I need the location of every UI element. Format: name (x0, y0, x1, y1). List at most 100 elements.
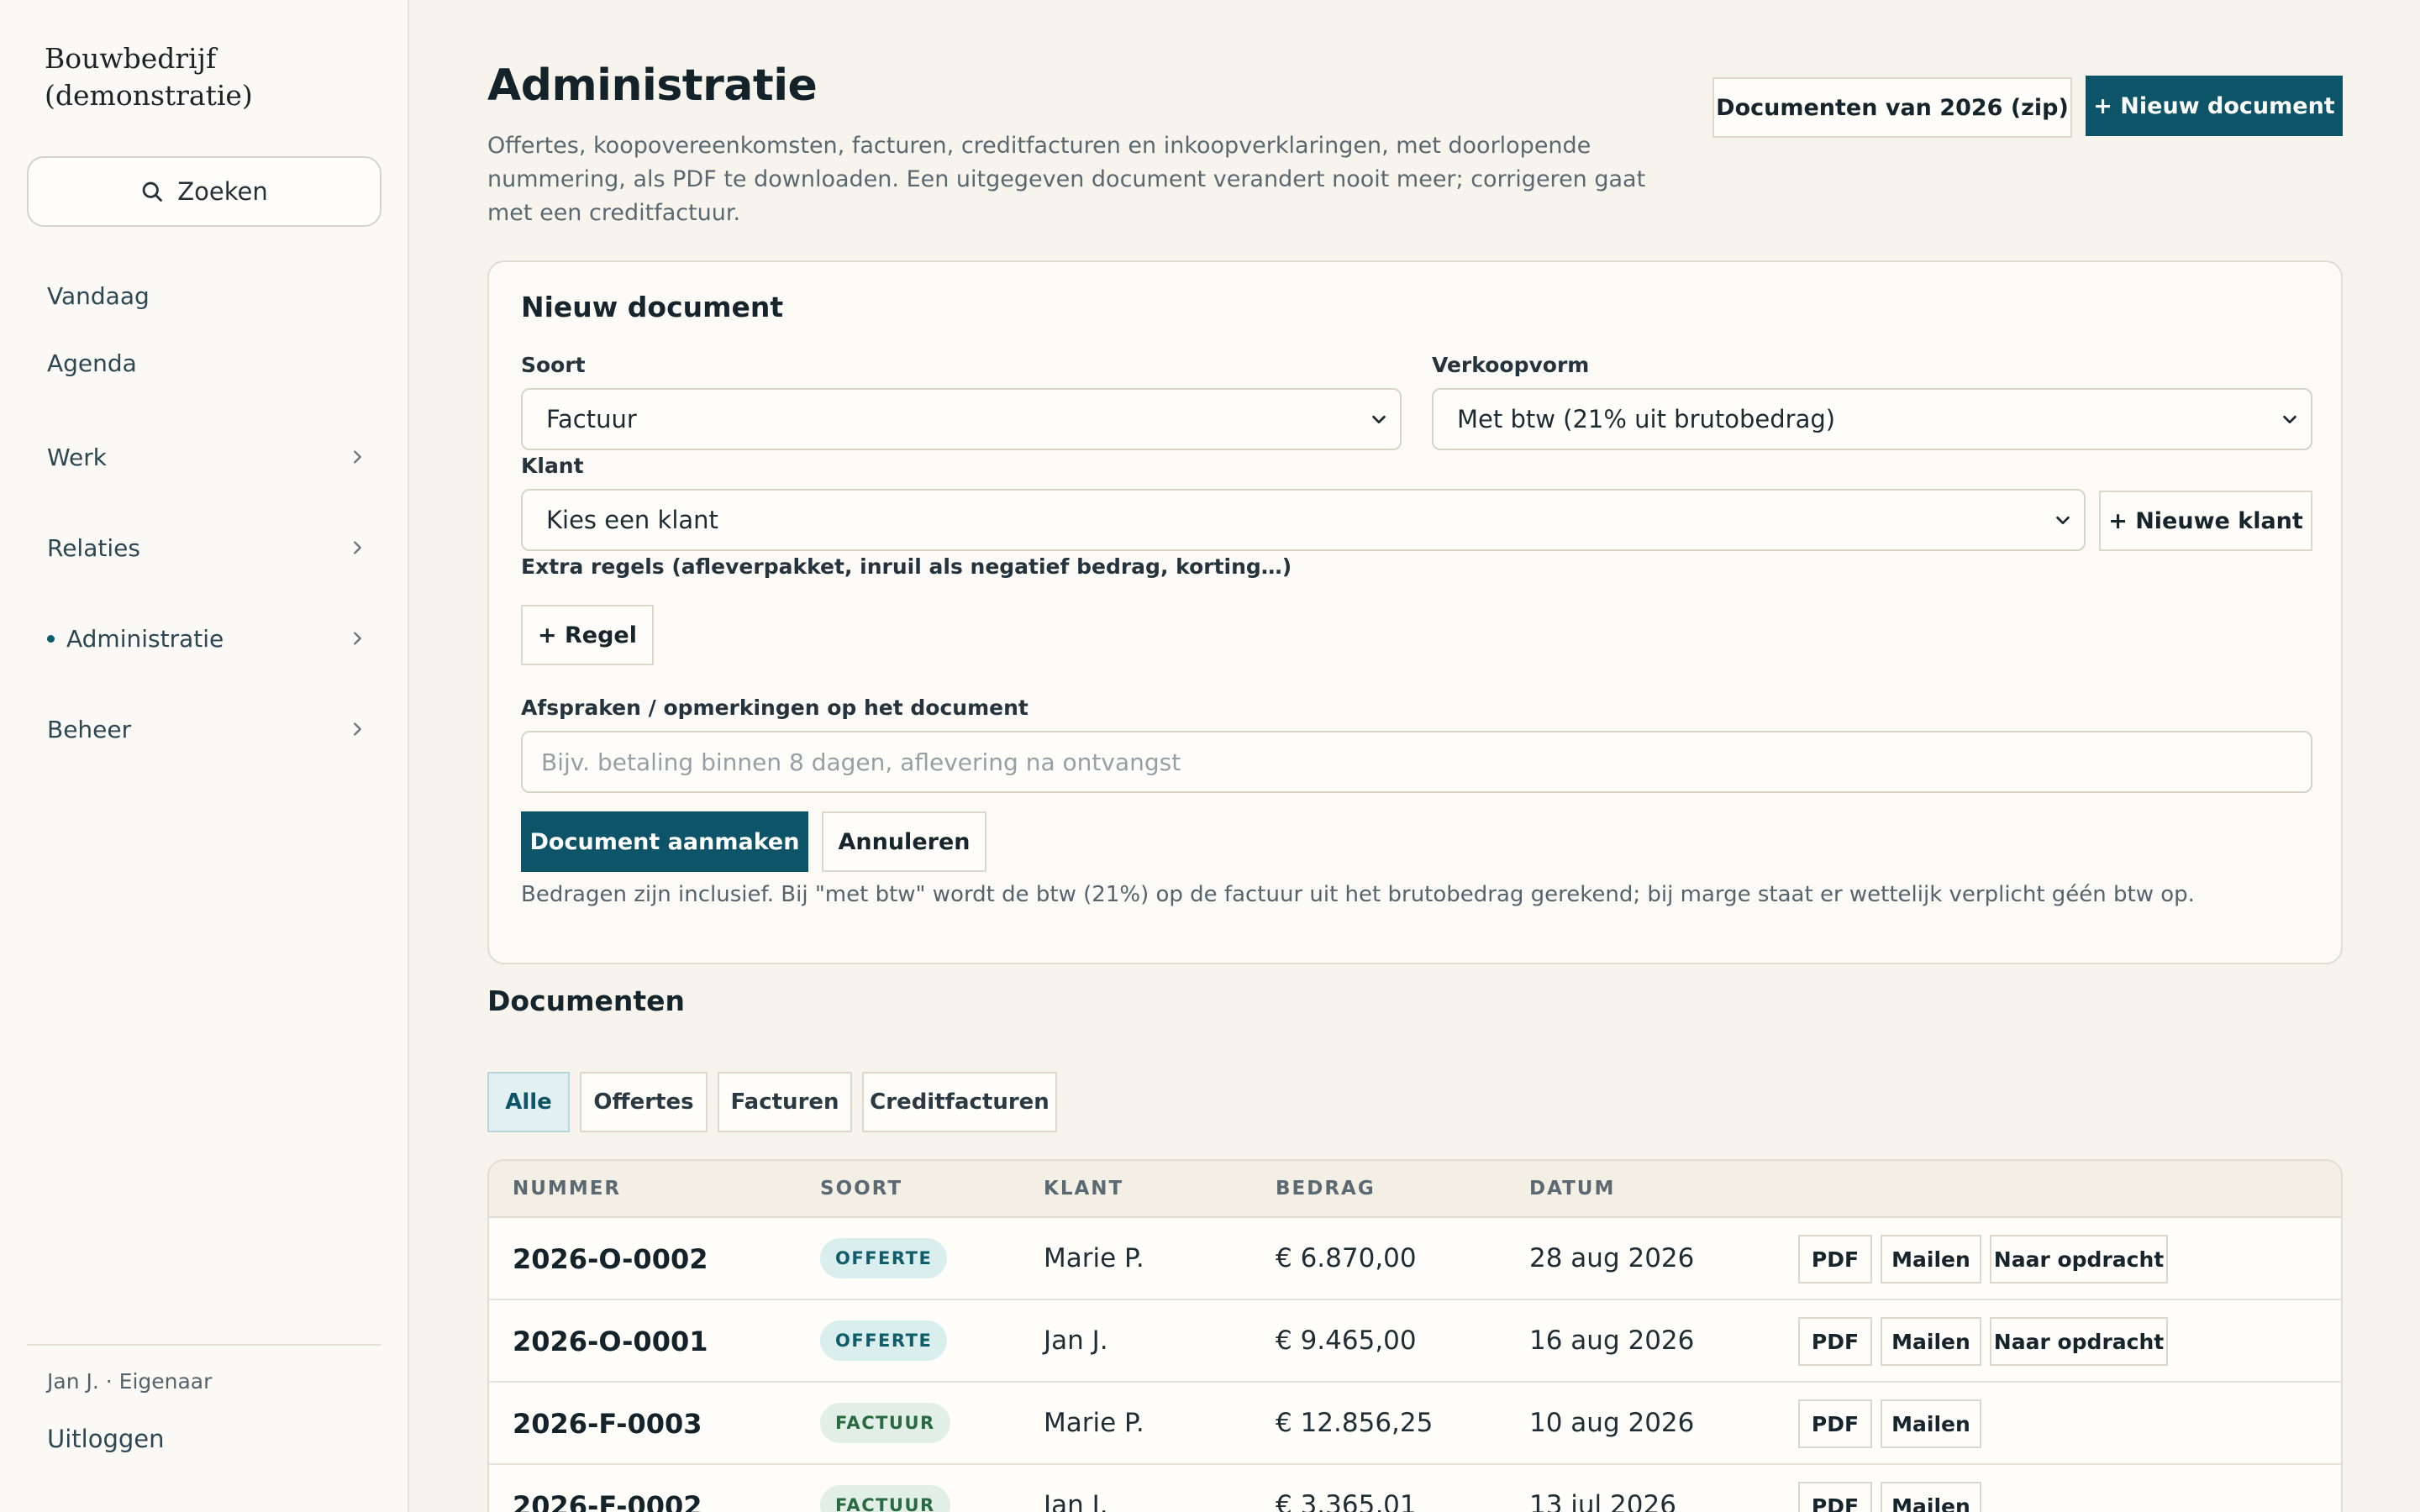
sidebar-item-vandaag[interactable]: Vandaag (47, 272, 366, 319)
client-name: Jan J. (1044, 1490, 1108, 1512)
chevron-right-icon (354, 541, 361, 554)
sidebar-item-beheer[interactable]: Beheer (47, 706, 366, 753)
document-number[interactable]: 2026-F-0003 (513, 1408, 702, 1440)
filter-facturen[interactable]: Facturen (718, 1072, 852, 1132)
date: 13 jul 2026 (1529, 1490, 1676, 1512)
column-header-nummer[interactable]: NUMMER (513, 1178, 621, 1200)
amount: € 12.856,25 (1276, 1408, 1434, 1438)
sidebar-item-label: Relaties (47, 533, 140, 562)
document-number[interactable]: 2026-O-0002 (513, 1243, 708, 1275)
status-badge: OFFERTE (820, 1320, 948, 1361)
sidebar-item-administratie[interactable]: Administratie (47, 615, 366, 662)
cancel-button[interactable]: Annuleren (822, 811, 986, 872)
logout-link[interactable]: Uitloggen (47, 1425, 165, 1453)
chevron-down-icon (2056, 516, 2070, 525)
mail-button[interactable]: Mailen (1881, 1399, 1981, 1448)
pdf-button[interactable]: PDF (1798, 1235, 1872, 1284)
sidebar-item-agenda[interactable]: Agenda (47, 339, 366, 386)
client-name: Jan J. (1044, 1326, 1108, 1356)
sidebar-divider (27, 1344, 381, 1346)
table-row: 2026-O-0001 OFFERTE Jan J. € 9.465,00 16… (489, 1300, 2341, 1383)
amount: € 9.465,00 (1276, 1326, 1417, 1356)
sidebar-item-label: Beheer (47, 715, 132, 743)
mail-button[interactable]: Mailen (1881, 1235, 1981, 1284)
column-header-klant[interactable]: KLANT (1044, 1178, 1123, 1200)
to-order-button[interactable]: Naar opdracht (1990, 1235, 2168, 1284)
sidebar: Bouwbedrijf (demonstratie) Zoeken Vandaa… (0, 0, 409, 1512)
klant-value: Kies een klant (546, 506, 718, 534)
client-name: Marie P. (1044, 1243, 1144, 1273)
client-name: Marie P. (1044, 1408, 1144, 1438)
filter-offertes[interactable]: Offertes (580, 1072, 708, 1132)
search-label: Zoeken (177, 177, 268, 206)
chevron-down-icon (2283, 415, 2296, 424)
sidebar-item-label: Werk (47, 443, 107, 471)
new-klant-button[interactable]: + Nieuwe klant (2099, 491, 2312, 551)
to-order-button[interactable]: Naar opdracht (1990, 1317, 2168, 1366)
sidebar-item-werk[interactable]: Werk (47, 433, 366, 480)
table-row: 2026-F-0002 FACTUUR Jan J. € 3.365,01 13… (489, 1465, 2341, 1512)
brand-subtitle: (demonstratie) (45, 79, 253, 112)
filter-creditfacturen[interactable]: Creditfacturen (862, 1072, 1057, 1132)
documents-table: NUMMER SOORT KLANT BEDRAG DATUM 2026-O-0… (487, 1159, 2343, 1512)
column-header-soort[interactable]: SOORT (820, 1178, 902, 1200)
chevron-right-icon (354, 450, 361, 464)
verkoopvorm-label: Verkoopvorm (1432, 353, 1590, 377)
create-document-button[interactable]: Document aanmaken (521, 811, 808, 872)
form-note: Bedragen zijn inclusief. Bij "met btw" w… (521, 882, 2195, 907)
verkoopvorm-value: Met btw (21% uit brutobedrag) (1457, 405, 1836, 433)
afspraken-placeholder: Bijv. betaling binnen 8 dagen, afleverin… (541, 748, 1181, 776)
add-regel-button[interactable]: + Regel (521, 605, 654, 665)
page-description: Offertes, koopovereenkomsten, facturen, … (487, 133, 1646, 226)
table-row: 2026-F-0003 FACTUUR Marie P. € 12.856,25… (489, 1383, 2341, 1465)
afspraken-input[interactable]: Bijv. betaling binnen 8 dagen, afleverin… (521, 731, 2312, 793)
date: 28 aug 2026 (1529, 1243, 1695, 1273)
soort-label: Soort (521, 353, 586, 377)
amount: € 3.365,01 (1276, 1490, 1417, 1512)
form-title: Nieuw document (521, 291, 784, 323)
soort-value: Factuur (546, 405, 637, 433)
table-row: 2026-O-0002 OFFERTE Marie P. € 6.870,00 … (489, 1218, 2341, 1300)
sidebar-item-label: Administratie (66, 624, 224, 653)
page-title: Administratie (487, 60, 818, 111)
date: 10 aug 2026 (1529, 1408, 1695, 1438)
chevron-right-icon (354, 722, 361, 736)
mail-button[interactable]: Mailen (1881, 1482, 1981, 1512)
afspraken-label: Afspraken / opmerkingen op het document (521, 696, 1028, 720)
search-icon (142, 181, 163, 202)
active-dot-icon (47, 634, 55, 643)
status-badge: FACTUUR (820, 1403, 950, 1443)
documents-title: Documenten (487, 984, 686, 1017)
soort-select[interactable]: Factuur (521, 388, 1402, 450)
status-badge: OFFERTE (820, 1238, 948, 1278)
filter-alle[interactable]: Alle (487, 1072, 570, 1132)
mail-button[interactable]: Mailen (1881, 1317, 1981, 1366)
download-zip-button[interactable]: Documenten van 2026 (zip) (1712, 77, 2072, 138)
amount: € 6.870,00 (1276, 1243, 1417, 1273)
pdf-button[interactable]: PDF (1798, 1317, 1872, 1366)
table-header: NUMMER SOORT KLANT BEDRAG DATUM (489, 1161, 2341, 1218)
document-number[interactable]: 2026-F-0002 (513, 1490, 702, 1512)
sidebar-item-label: Agenda (47, 349, 137, 377)
new-document-button[interactable]: + Nieuw document (2086, 76, 2343, 136)
date: 16 aug 2026 (1529, 1326, 1695, 1356)
sidebar-item-relaties[interactable]: Relaties (47, 524, 366, 571)
brand-name: Bouwbedrijf (45, 42, 217, 75)
klant-label: Klant (521, 454, 584, 478)
chevron-right-icon (354, 632, 361, 645)
sidebar-item-label: Vandaag (47, 281, 150, 310)
pdf-button[interactable]: PDF (1798, 1399, 1872, 1448)
extra-regels-label: Extra regels (afleverpakket, inruil als … (521, 554, 1292, 579)
user-info: Jan J. · Eigenaar (47, 1369, 213, 1394)
status-badge: FACTUUR (820, 1485, 950, 1512)
chevron-down-icon (1372, 415, 1386, 424)
search-button[interactable]: Zoeken (27, 156, 381, 227)
klant-select[interactable]: Kies een klant (521, 489, 2086, 551)
column-header-bedrag[interactable]: BEDRAG (1276, 1178, 1376, 1200)
pdf-button[interactable]: PDF (1798, 1482, 1872, 1512)
document-number[interactable]: 2026-O-0001 (513, 1326, 708, 1357)
new-document-form: Nieuw document Soort Factuur Verkoopvorm… (487, 260, 2343, 964)
verkoopvorm-select[interactable]: Met btw (21% uit brutobedrag) (1432, 388, 2312, 450)
column-header-datum[interactable]: DATUM (1529, 1178, 1615, 1200)
brand-logo[interactable]: Bouwbedrijf (demonstratie) (45, 40, 364, 114)
